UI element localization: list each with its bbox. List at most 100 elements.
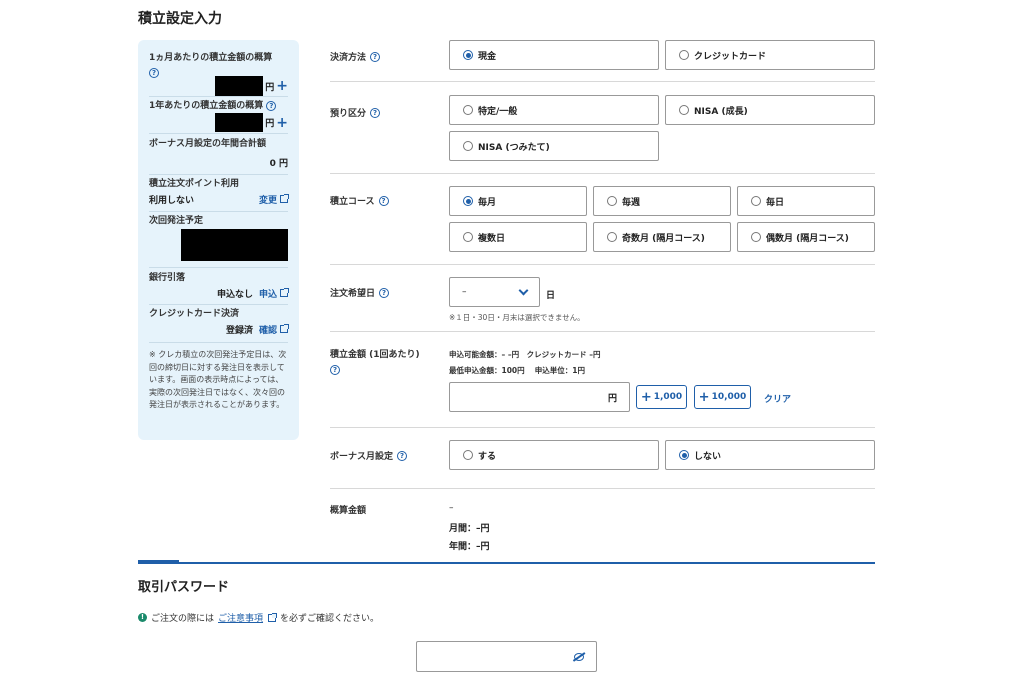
radio-icon [463, 105, 473, 115]
estimate-value: – [449, 503, 454, 513]
account-option-nisa-tsumitate[interactable]: NISA (つみたて) [449, 131, 659, 161]
change-link[interactable]: 変更 [259, 193, 289, 206]
amount-input[interactable]: 円 [449, 382, 630, 412]
radio-icon [679, 50, 689, 60]
payment-method-label: 決済方法? [330, 50, 381, 63]
divider [149, 133, 288, 134]
divider [330, 81, 875, 82]
radio-icon [463, 232, 473, 242]
external-link-icon [280, 288, 289, 297]
divider [330, 264, 875, 265]
account-type-label: 預り区分? [330, 106, 381, 119]
points-usage-value: 利用しない [149, 196, 195, 206]
chevron-down-icon [518, 285, 529, 295]
external-link-icon [280, 194, 289, 203]
confirm-link[interactable]: 確認 [259, 323, 289, 336]
bonus-label: ボーナス月設定? [330, 449, 408, 462]
yen-label: 円 [265, 119, 275, 129]
radio-checked-icon [463, 196, 473, 206]
divider [330, 427, 875, 428]
course-option-weekly[interactable]: 毎週 [593, 186, 731, 216]
points-usage-label: 積立注文ポイント利用 [149, 179, 240, 189]
add-10000-button[interactable]: +10,000 [694, 385, 751, 409]
order-day-unit: 日 [546, 291, 556, 301]
yearly-estimate-label: 1年あたりの積立金額の概算 ? [149, 100, 288, 113]
order-day-note: ※１日・30日・月末は選択できません。 [449, 313, 585, 322]
course-option-even-months[interactable]: 偶数月 (隔月コース) [737, 222, 875, 252]
summary-panel: 1ヵ月あたりの積立金額の概算 ? 円 + 1年あたりの積立金額の概算 ? 円 +… [138, 40, 299, 440]
redacted-value [181, 229, 288, 261]
help-icon[interactable]: ? [378, 195, 389, 206]
bonus-option-no[interactable]: しない [665, 440, 875, 470]
divider [330, 173, 875, 174]
amount-label-group: 積立金額 (1回あたり) ? [330, 347, 420, 376]
divider [149, 267, 288, 268]
bank-debit: 銀行引落 申込なし 申込 [149, 272, 289, 300]
redacted-value [215, 113, 264, 132]
available-amount: 申込可能金額：– –円 クレジットカード –円 [449, 350, 601, 359]
divider [330, 488, 875, 489]
help-icon[interactable]: ? [370, 51, 381, 62]
radio-checked-icon [463, 50, 473, 60]
caution-link[interactable]: ご注意事項 [218, 611, 263, 624]
points-usage: 積立注文ポイント利用 利用しない 変更 [149, 178, 289, 206]
divider [149, 342, 288, 343]
card-note: ※ クレカ積立の次回発注予定日は、次回の締切日に対する発注日を表示しています。画… [149, 350, 287, 409]
password-section-title: 取引パスワード [138, 580, 230, 595]
course-option-odd-months[interactable]: 奇数月 (隔月コース) [593, 222, 731, 252]
expand-plus-icon[interactable]: + [276, 79, 288, 93]
account-option-specific[interactable]: 特定/一般 [449, 95, 659, 125]
help-icon[interactable]: ? [266, 100, 277, 111]
radio-icon [463, 450, 473, 460]
next-order: 次回発注予定 [149, 215, 288, 261]
help-icon[interactable]: ? [330, 365, 340, 375]
radio-icon [607, 232, 617, 242]
order-day-label: 注文希望日? [330, 286, 390, 299]
course-label: 積立コース? [330, 194, 389, 207]
plus-icon: + [698, 389, 710, 405]
yen-label: 円 [265, 82, 275, 93]
info-icon: ! [138, 613, 147, 622]
expand-plus-icon[interactable]: + [276, 116, 288, 130]
section-tab-marker [138, 560, 179, 564]
course-option-daily[interactable]: 毎日 [737, 186, 875, 216]
help-icon[interactable]: ? [379, 287, 390, 298]
course-option-monthly[interactable]: 毎月 [449, 186, 587, 216]
page-title: 積立設定入力 [138, 11, 222, 27]
payment-option-cash[interactable]: 現金 [449, 40, 659, 70]
add-1000-button[interactable]: +1,000 [636, 385, 687, 409]
external-link-icon [280, 324, 289, 333]
radio-icon [463, 141, 473, 151]
divider [330, 331, 875, 332]
bonus-total-value: 0 円 [269, 159, 288, 169]
order-day-select[interactable]: – [449, 277, 540, 307]
plus-icon: + [640, 389, 652, 405]
payment-option-credit[interactable]: クレジットカード [665, 40, 875, 70]
help-icon[interactable]: ? [397, 450, 408, 461]
divider [149, 304, 288, 305]
bonus-option-yes[interactable]: する [449, 440, 659, 470]
help-icon[interactable]: ? [149, 68, 159, 78]
divider [149, 174, 288, 175]
next-order-label: 次回発注予定 [149, 216, 204, 226]
estimate-label: 概算金額 [330, 506, 367, 516]
radio-checked-icon [679, 450, 689, 460]
bank-debit-value: 申込なし [216, 290, 253, 300]
redacted-value [215, 76, 264, 96]
bonus-total: ボーナス月設定の年間合計額 0 円 [149, 138, 288, 169]
password-notice: ! ご注文の際には ご注意事項 を必ずご確認ください。 [138, 611, 379, 624]
course-option-multiple-days[interactable]: 複数日 [449, 222, 587, 252]
estimate-monthly: 月間：–円 [449, 524, 490, 534]
eye-slash-icon[interactable] [574, 653, 584, 661]
yearly-estimate: 1年あたりの積立金額の概算 ? 円 + [149, 100, 288, 132]
radio-icon [751, 196, 761, 206]
section-divider [138, 562, 875, 564]
help-icon[interactable]: ? [370, 107, 381, 118]
divider [149, 96, 288, 97]
account-option-nisa-growth[interactable]: NISA (成長) [665, 95, 875, 125]
clear-link[interactable]: クリア [764, 392, 791, 405]
estimate-yearly: 年間：–円 [449, 542, 490, 552]
card-payment: クレジットカード決済 登録済 確認 [149, 308, 289, 336]
apply-link[interactable]: 申込 [259, 287, 289, 300]
password-input[interactable] [416, 641, 597, 672]
